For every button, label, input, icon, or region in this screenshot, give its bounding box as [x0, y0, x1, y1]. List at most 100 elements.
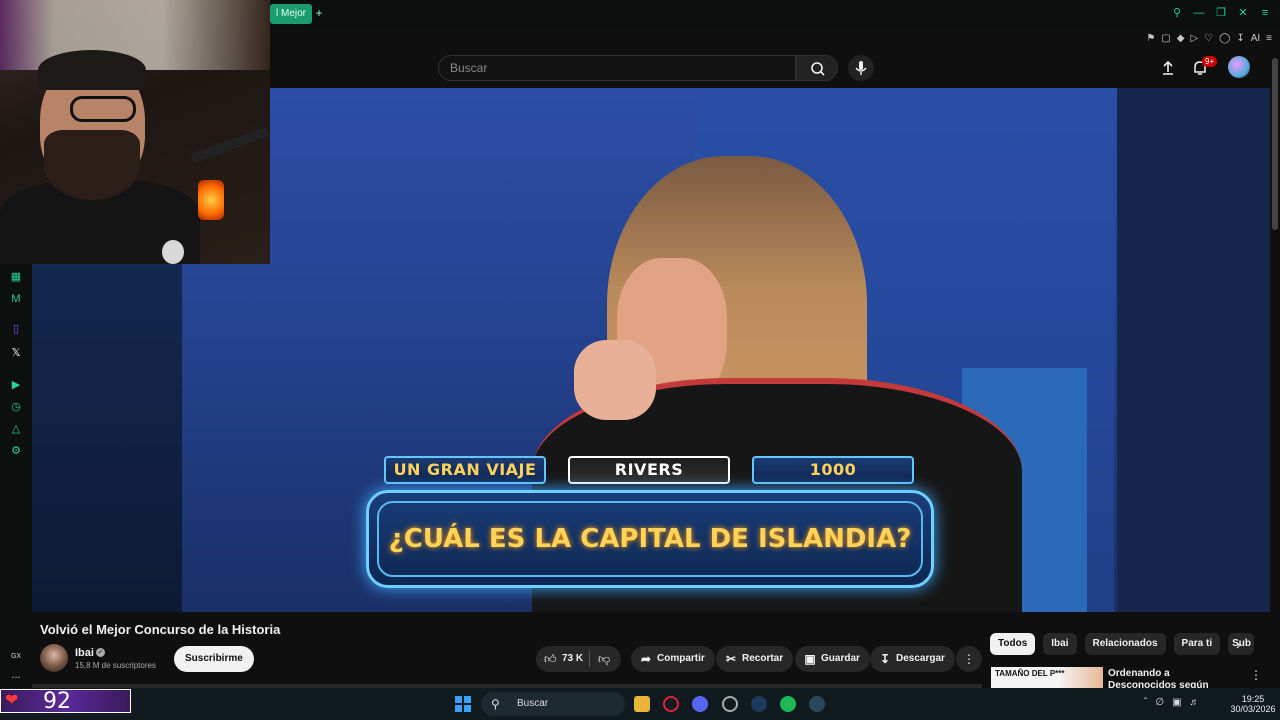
system-tray: ˆ ∅ ▣ ♬ — [1144, 697, 1200, 708]
download-icon: ↧ — [879, 652, 891, 666]
filter-chip-sub[interactable]: Sub — [1228, 633, 1255, 655]
download-icon[interactable]: ↧ — [1236, 33, 1244, 44]
ai-label[interactable]: AI — [1251, 33, 1260, 44]
filter-chip-for-you[interactable]: Para ti — [1173, 633, 1221, 655]
skull-decoration — [162, 240, 184, 264]
clip-button[interactable]: ✂ Recortar — [716, 646, 794, 672]
account-avatar[interactable] — [1228, 56, 1250, 78]
steam-big-picture-icon[interactable] — [809, 696, 825, 712]
channel-subscribers: 15,8 M de suscriptores — [75, 661, 156, 670]
health-widget: ❤ 92 — [0, 689, 131, 714]
streamer-glasses — [70, 96, 136, 122]
microphone-arm — [190, 126, 270, 164]
twitch-icon[interactable]: ▯ — [9, 322, 23, 336]
filter-chip-all[interactable]: Todos — [990, 633, 1036, 655]
restore-icon[interactable]: ❐ — [1214, 6, 1228, 20]
tray-chevron-icon[interactable]: ˆ — [1144, 697, 1147, 708]
video-info: Volvió el Mejor Concurso de la Historia … — [32, 612, 982, 688]
gx-label[interactable]: GX — [9, 650, 23, 664]
filter-chip-related[interactable]: Relacionados — [1084, 633, 1166, 655]
voice-search-button[interactable] — [848, 55, 874, 81]
search-input[interactable]: Buscar — [438, 55, 796, 81]
notifications-badge: 9+ — [1202, 56, 1218, 67]
like-divider — [589, 651, 590, 667]
channel-name[interactable]: Ibai — [75, 647, 94, 659]
extensions-bar: ⚑ ▢ ◆ ▷ ♡ ◯ ↧ AI ≡ — [1146, 30, 1272, 46]
messenger-icon[interactable]: M — [9, 292, 23, 306]
player-icon[interactable]: ▶ — [9, 378, 23, 392]
clock[interactable]: 19:25 30/03/2026 — [1228, 694, 1278, 714]
more-actions-button[interactable]: ⋮ — [956, 646, 982, 672]
screenshot-icon[interactable]: ▢ — [1161, 33, 1170, 44]
share-label: Compartir — [657, 653, 705, 664]
taskbar-search[interactable]: ⚲ Buscar — [481, 692, 625, 716]
search-icon — [811, 62, 825, 76]
quiz-question-box: ¿CUÁL ES LA CAPITAL DE ISLANDIA? — [366, 490, 934, 588]
windows-start-icon[interactable] — [455, 696, 471, 712]
discord-icon[interactable] — [692, 696, 708, 712]
scissors-icon: ✂ — [725, 652, 737, 666]
menu-lines-icon[interactable]: ≡ — [1266, 33, 1272, 44]
like-icon[interactable]: 👍︎ — [544, 652, 557, 666]
screen: l Mejor + ⚲ — ❐ ✕ ≡ ⚑ ▢ ◆ ▷ ♡ ◯ ↧ AI ≡ ▦… — [0, 0, 1280, 720]
create-button[interactable] — [1158, 58, 1178, 78]
filter-chip-ibai[interactable]: Ibai — [1043, 633, 1077, 655]
subscribe-button[interactable]: Suscribirme — [174, 646, 254, 672]
chevron-right-icon[interactable]: › — [1236, 636, 1241, 652]
heart-icon[interactable]: ♡ — [1204, 33, 1213, 44]
play-icon[interactable]: ▷ — [1190, 33, 1198, 44]
video-title: Volvió el Mejor Concurso de la Historia — [40, 622, 281, 637]
like-count[interactable]: 73 K — [562, 646, 583, 672]
streamer-beard — [44, 130, 140, 200]
extensions-icon[interactable]: △ — [9, 422, 23, 436]
clip-label: Recortar — [742, 653, 784, 664]
quiz-player-chip: RIVERS — [568, 456, 730, 484]
dislike-icon[interactable]: 👎︎ — [598, 652, 610, 666]
history-icon[interactable]: ◷ — [9, 400, 23, 414]
display-icon[interactable]: ▣ — [1172, 697, 1181, 708]
recommendation-thumbnail[interactable]: TAMAÑO DEL P*** — [991, 667, 1103, 688]
video-frame-right — [1117, 88, 1270, 612]
settings-icon[interactable]: ⚙ — [9, 444, 23, 458]
close-icon[interactable]: ✕ — [1236, 6, 1250, 20]
scrollbar-thumb[interactable] — [1272, 58, 1278, 230]
new-tab-button[interactable]: + — [312, 6, 326, 20]
lamp — [198, 180, 224, 220]
minimize-icon[interactable]: — — [1192, 6, 1206, 20]
search-icon[interactable]: ⚲ — [1170, 6, 1184, 20]
streamer-hat — [38, 50, 146, 90]
search-button[interactable] — [796, 55, 838, 81]
quiz-category-chip: UN GRAN VIAJE — [384, 456, 546, 484]
heart-icon: ❤ — [5, 692, 19, 709]
share-button[interactable]: ➦ Compartir — [631, 646, 715, 672]
recommendation-menu-icon[interactable]: ⋮ — [1250, 668, 1262, 682]
more-icon[interactable]: ... — [9, 668, 23, 682]
bookmark-icon: ▣ — [804, 652, 816, 666]
quiz-points-chip: 1000 — [752, 456, 914, 484]
recommendations-sidebar: Todos Ibai Relacionados Para ti Sub › TA… — [982, 612, 1280, 691]
shield-icon[interactable]: ◆ — [1177, 33, 1185, 44]
opera-sidebar: ▦ M ▯ 𝕏 ▶ ◷ △ ⚙ GX ... — [0, 264, 32, 688]
browser-tab-active[interactable]: l Mejor — [270, 4, 313, 24]
opera-gx-icon[interactable] — [663, 696, 679, 712]
obs-icon[interactable] — [722, 696, 738, 712]
pin-icon[interactable]: ⚑ — [1146, 33, 1155, 44]
page-scrollbar[interactable] — [1270, 48, 1280, 688]
verified-icon: ✓ — [96, 648, 105, 657]
file-explorer-icon[interactable] — [634, 696, 650, 712]
download-button[interactable]: ↧ Descargar — [870, 646, 955, 672]
wallet-icon[interactable]: ◯ — [1219, 33, 1230, 44]
network-icon[interactable]: ∅ — [1155, 697, 1164, 708]
steam-icon[interactable] — [751, 696, 767, 712]
download-label: Descargar — [896, 653, 945, 664]
window-controls: ⚲ — ❐ ✕ ≡ — [1170, 6, 1272, 20]
volume-icon[interactable]: ♬ — [1190, 697, 1200, 708]
x-icon[interactable]: 𝕏 — [9, 346, 23, 360]
like-dislike-group: 👍︎ 73 K 👎︎ — [536, 646, 621, 672]
workspace-icon[interactable]: ▦ — [9, 270, 23, 284]
contestant-hand — [574, 340, 656, 420]
spotify-icon[interactable] — [780, 696, 796, 712]
save-button[interactable]: ▣ Guardar — [795, 646, 870, 672]
menu-icon[interactable]: ≡ — [1258, 6, 1272, 20]
channel-avatar[interactable] — [40, 644, 68, 672]
